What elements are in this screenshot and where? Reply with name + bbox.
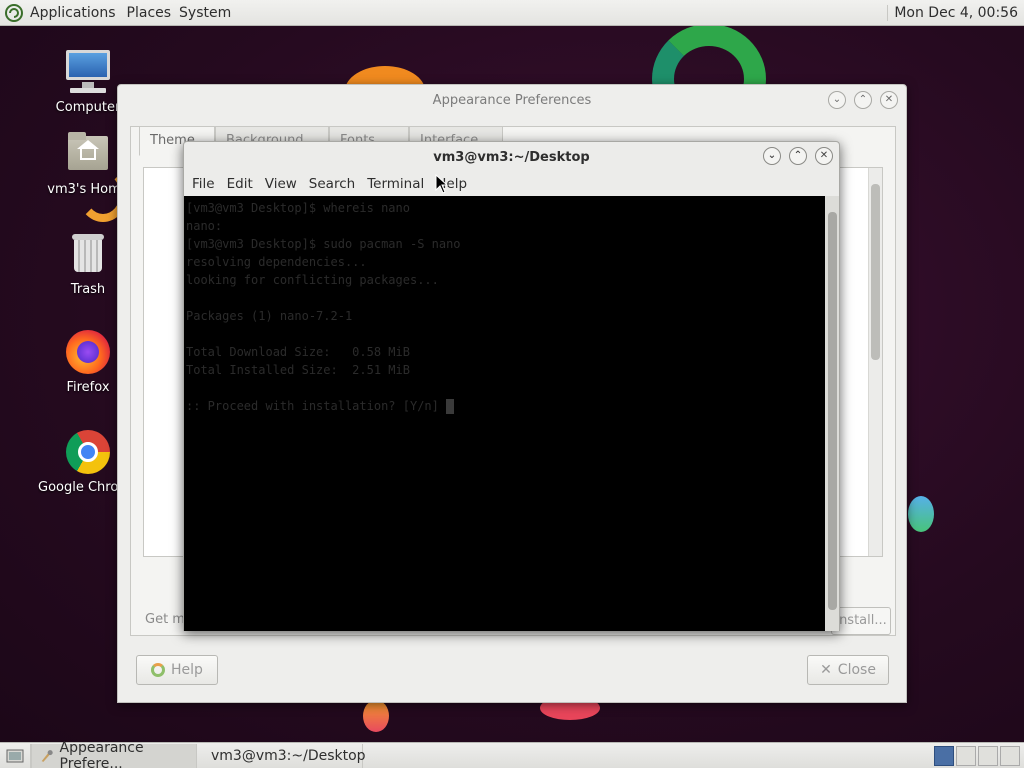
help-button-label: Help — [171, 662, 203, 678]
maximize-button[interactable]: ⌃ — [789, 147, 807, 165]
terminal-line: ​ — [186, 379, 825, 397]
terminal-line: looking for conflicting packages... — [186, 273, 439, 287]
terminal-titlebar[interactable]: vm3@vm3:~/Desktop ⌄ ⌃ ✕ — [184, 142, 839, 172]
show-desktop-icon — [6, 749, 24, 762]
theme-list-scrollbar[interactable] — [868, 168, 882, 556]
taskbar-item-label: vm3@vm3:~/Desktop — [211, 747, 366, 764]
workspace-1[interactable] — [934, 745, 954, 766]
menu-terminal[interactable]: Terminal — [363, 176, 428, 192]
system-menu-label: System — [179, 4, 232, 21]
close-icon: ✕ — [820, 662, 832, 678]
places-menu-label: Places — [126, 4, 172, 21]
close-button-label: Close — [837, 662, 876, 678]
wallpaper-shape — [363, 700, 389, 732]
help-button[interactable]: Help — [136, 655, 218, 685]
close-window-button[interactable]: ✕ — [880, 91, 898, 109]
terminal-menubar: File Edit View Search Terminal Help — [184, 172, 839, 196]
close-button[interactable]: ✕ Close — [807, 655, 889, 685]
taskbar-item-terminal[interactable]: vm3@vm3:~/Desktop — [197, 743, 366, 768]
mouse-pointer-icon — [435, 174, 449, 194]
terminal-prompt-line: :: Proceed with installation? [Y/n] — [186, 397, 825, 415]
top-panel: Applications Places System Mon Dec 4, 00… — [0, 0, 1024, 26]
maximize-button[interactable]: ⌃ — [854, 91, 872, 109]
home-folder-icon — [64, 130, 112, 178]
window-title: Appearance Preferences — [432, 92, 592, 108]
terminal-line: nano: — [186, 219, 223, 233]
clock[interactable]: Mon Dec 4, 00:56 — [887, 4, 1024, 21]
help-icon — [151, 663, 166, 677]
wallpaper-shape — [908, 496, 934, 532]
terminal-window[interactable]: vm3@vm3:~/Desktop ⌄ ⌃ ✕ File Edit View S… — [183, 141, 840, 631]
bottom-taskbar: Appearance Prefere... vm3@vm3:~/Desktop — [0, 740, 1024, 768]
workspace-switcher[interactable] — [934, 745, 1024, 766]
appearance-titlebar[interactable]: Appearance Preferences ⌄ ⌃ ✕ — [118, 85, 906, 115]
minimize-button[interactable]: ⌄ — [763, 147, 781, 165]
menu-edit[interactable]: Edit — [223, 176, 257, 192]
terminal-line: [vm3@vm3 Desktop]$ whereis nano — [186, 201, 410, 215]
menu-view[interactable]: View — [261, 176, 301, 192]
terminal-output[interactable]: [vm3@vm3 Desktop]$ whereis nano nano: [vm3… — [184, 196, 827, 631]
trash-icon — [64, 230, 112, 278]
applications-menu[interactable]: Applications — [0, 0, 123, 26]
terminal-line: Total Download Size: 0.58 MiB — [186, 345, 410, 359]
terminal-line: ​ — [186, 325, 825, 343]
firefox-icon — [64, 328, 112, 376]
window-title: vm3@vm3:~/Desktop — [433, 149, 590, 165]
terminal-prompt: :: Proceed with installation? [Y/n] — [186, 399, 447, 413]
system-menu[interactable]: System — [175, 0, 235, 26]
workspace-4[interactable] — [1000, 745, 1020, 766]
terminal-scrollbar[interactable] — [825, 196, 839, 631]
install-button[interactable]: Install... — [831, 607, 891, 635]
show-desktop-button[interactable] — [0, 743, 31, 768]
menu-search[interactable]: Search — [305, 176, 359, 192]
chrome-icon — [64, 428, 112, 476]
applications-menu-label: Applications — [30, 4, 116, 21]
terminal-line: ​ — [186, 289, 825, 307]
appearance-icon — [41, 749, 53, 762]
menu-file[interactable]: File — [188, 176, 219, 192]
workspace-3[interactable] — [978, 745, 998, 766]
scrollbar-thumb[interactable] — [828, 212, 837, 610]
close-window-button[interactable]: ✕ — [815, 147, 833, 165]
text-cursor — [446, 399, 455, 414]
taskbar-item-appearance[interactable]: Appearance Prefere... — [31, 740, 197, 768]
distro-logo-icon — [5, 3, 23, 22]
taskbar-item-label: Appearance Prefere... — [59, 739, 144, 768]
workspace-2[interactable] — [956, 745, 976, 766]
terminal-line: Total Installed Size: 2.51 MiB — [186, 363, 410, 377]
terminal-line: resolving dependencies... — [186, 255, 367, 269]
places-menu[interactable]: Places — [123, 0, 176, 26]
minimize-button[interactable]: ⌄ — [828, 91, 846, 109]
scrollbar-thumb[interactable] — [871, 184, 880, 360]
terminal-line: Packages (1) nano-7.2-1 — [186, 309, 353, 323]
terminal-line: [vm3@vm3 Desktop]$ sudo pacman -S nano — [186, 237, 461, 251]
computer-icon — [64, 48, 112, 96]
